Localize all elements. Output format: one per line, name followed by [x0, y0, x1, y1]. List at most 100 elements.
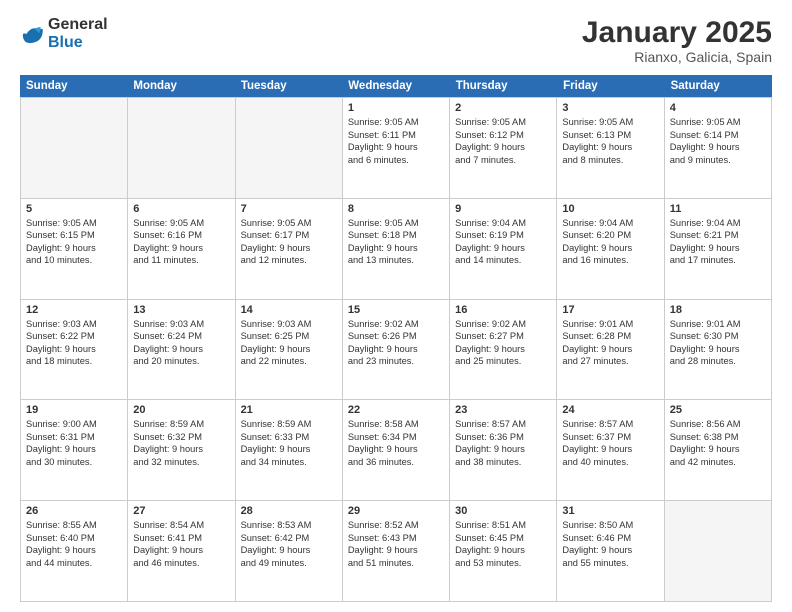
cell-line: Sunset: 6:30 PM — [670, 330, 766, 343]
cell-line: Daylight: 9 hours — [26, 343, 122, 356]
header-day-wednesday: Wednesday — [342, 75, 449, 97]
day-cell-6: 6Sunrise: 9:05 AMSunset: 6:16 PMDaylight… — [128, 199, 235, 299]
day-number: 25 — [670, 404, 766, 416]
cell-line: Sunset: 6:41 PM — [133, 532, 229, 545]
day-number: 23 — [455, 404, 551, 416]
day-cell-25: 25Sunrise: 8:56 AMSunset: 6:38 PMDayligh… — [665, 400, 772, 500]
cell-line: Daylight: 9 hours — [455, 343, 551, 356]
cell-line: Daylight: 9 hours — [26, 443, 122, 456]
cell-line: Sunset: 6:34 PM — [348, 431, 444, 444]
day-number: 6 — [133, 203, 229, 215]
cell-line: and 17 minutes. — [670, 254, 766, 267]
cell-line: Sunrise: 9:05 AM — [670, 116, 766, 129]
header: General Blue January 2025 Rianxo, Galici… — [20, 16, 772, 65]
cell-line: Sunrise: 8:51 AM — [455, 519, 551, 532]
cell-line: and 38 minutes. — [455, 456, 551, 469]
header-day-thursday: Thursday — [450, 75, 557, 97]
cell-line: and 9 minutes. — [670, 154, 766, 167]
cell-line: and 10 minutes. — [26, 254, 122, 267]
day-number: 13 — [133, 304, 229, 316]
day-number: 27 — [133, 505, 229, 517]
day-cell-9: 9Sunrise: 9:04 AMSunset: 6:19 PMDaylight… — [450, 199, 557, 299]
day-cell-2: 2Sunrise: 9:05 AMSunset: 6:12 PMDaylight… — [450, 98, 557, 198]
logo-text: General Blue — [48, 16, 108, 52]
week-row-0: 1Sunrise: 9:05 AMSunset: 6:11 PMDaylight… — [20, 97, 772, 198]
day-number: 28 — [241, 505, 337, 517]
cell-line: and 51 minutes. — [348, 557, 444, 570]
logo: General Blue — [20, 16, 108, 52]
day-number: 7 — [241, 203, 337, 215]
day-number: 18 — [670, 304, 766, 316]
day-number: 26 — [26, 505, 122, 517]
cell-line: Sunrise: 8:50 AM — [562, 519, 658, 532]
day-cell-31: 31Sunrise: 8:50 AMSunset: 6:46 PMDayligh… — [557, 501, 664, 601]
day-cell-18: 18Sunrise: 9:01 AMSunset: 6:30 PMDayligh… — [665, 300, 772, 400]
cell-line: Sunset: 6:45 PM — [455, 532, 551, 545]
logo-general: General — [48, 16, 108, 33]
cell-line: Sunset: 6:16 PM — [133, 229, 229, 242]
day-cell-4: 4Sunrise: 9:05 AMSunset: 6:14 PMDaylight… — [665, 98, 772, 198]
header-day-sunday: Sunday — [20, 75, 127, 97]
cell-line: and 25 minutes. — [455, 355, 551, 368]
cell-line: Sunrise: 9:02 AM — [348, 318, 444, 331]
cell-line: Sunrise: 9:02 AM — [455, 318, 551, 331]
cell-line: Sunrise: 9:04 AM — [455, 217, 551, 230]
cell-line: and 6 minutes. — [348, 154, 444, 167]
empty-cell — [236, 98, 343, 198]
day-number: 22 — [348, 404, 444, 416]
cell-line: and 8 minutes. — [562, 154, 658, 167]
cell-line: Sunrise: 9:03 AM — [241, 318, 337, 331]
page: General Blue January 2025 Rianxo, Galici… — [0, 0, 792, 612]
day-cell-8: 8Sunrise: 9:05 AMSunset: 6:18 PMDaylight… — [343, 199, 450, 299]
cell-line: Daylight: 9 hours — [455, 443, 551, 456]
cell-line: Daylight: 9 hours — [455, 544, 551, 557]
cell-line: Sunrise: 9:05 AM — [348, 116, 444, 129]
day-cell-27: 27 Sunrise: 8:54 AMSunset: 6:41 PMDayligh… — [128, 501, 235, 601]
day-cell-17: 17Sunrise: 9:01 AMSunset: 6:28 PMDayligh… — [557, 300, 664, 400]
cell-line: Sunrise: 9:05 AM — [348, 217, 444, 230]
week-row-1: 5Sunrise: 9:05 AMSunset: 6:15 PMDaylight… — [20, 198, 772, 299]
cell-line: Sunrise: 9:05 AM — [133, 217, 229, 230]
day-cell-16: 16Sunrise: 9:02 AMSunset: 6:27 PMDayligh… — [450, 300, 557, 400]
cell-line: Daylight: 9 hours — [348, 141, 444, 154]
cell-line: and 32 minutes. — [133, 456, 229, 469]
cell-line: Sunset: 6:36 PM — [455, 431, 551, 444]
cell-line: Sunset: 6:24 PM — [133, 330, 229, 343]
logo-blue: Blue — [48, 34, 83, 51]
day-cell-30: 30 Sunrise: 8:51 AMSunset: 6:45 PMDayligh… — [450, 501, 557, 601]
cell-line: Sunrise: 8:54 AM — [133, 519, 229, 532]
cell-line: Sunset: 6:32 PM — [133, 431, 229, 444]
cell-line: Sunrise: 8:57 AM — [455, 418, 551, 431]
cell-line: Sunrise: 9:03 AM — [133, 318, 229, 331]
cell-line: and 13 minutes. — [348, 254, 444, 267]
day-cell-14: 14Sunrise: 9:03 AMSunset: 6:25 PMDayligh… — [236, 300, 343, 400]
logo-icon — [20, 22, 44, 46]
empty-cell — [665, 501, 772, 601]
cell-line: and 36 minutes. — [348, 456, 444, 469]
header-day-monday: Monday — [127, 75, 234, 97]
cell-line: and 18 minutes. — [26, 355, 122, 368]
day-cell-12: 12Sunrise: 9:03 AMSunset: 6:22 PMDayligh… — [21, 300, 128, 400]
cell-line: Daylight: 9 hours — [133, 544, 229, 557]
day-number: 12 — [26, 304, 122, 316]
day-number: 19 — [26, 404, 122, 416]
cell-line: and 16 minutes. — [562, 254, 658, 267]
cell-line: Sunset: 6:15 PM — [26, 229, 122, 242]
cell-line: Sunset: 6:18 PM — [348, 229, 444, 242]
empty-cell — [128, 98, 235, 198]
cell-line: and 7 minutes. — [455, 154, 551, 167]
cell-line: Daylight: 9 hours — [241, 443, 337, 456]
cell-line: Daylight: 9 hours — [670, 343, 766, 356]
cell-line: and 14 minutes. — [455, 254, 551, 267]
cell-line: Sunset: 6:11 PM — [348, 129, 444, 142]
cell-line: Sunrise: 8:59 AM — [133, 418, 229, 431]
calendar: SundayMondayTuesdayWednesdayThursdayFrid… — [20, 75, 772, 602]
day-number: 30 — [455, 505, 551, 517]
cell-line: Daylight: 9 hours — [348, 544, 444, 557]
day-number: 3 — [562, 102, 658, 114]
day-number: 14 — [241, 304, 337, 316]
empty-cell — [21, 98, 128, 198]
day-number: 24 — [562, 404, 658, 416]
cell-line: Sunrise: 8:55 AM — [26, 519, 122, 532]
cell-line: and 12 minutes. — [241, 254, 337, 267]
